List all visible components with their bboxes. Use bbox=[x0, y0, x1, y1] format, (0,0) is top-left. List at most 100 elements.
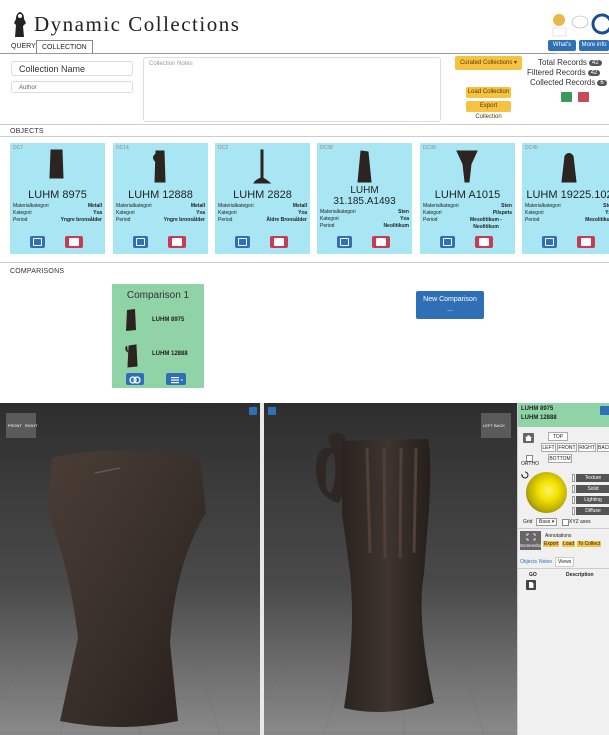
object-id: DC39 bbox=[423, 145, 436, 151]
view-3d-button[interactable] bbox=[337, 236, 352, 248]
meta-key: Materialkategori bbox=[218, 203, 254, 209]
texture-toggle[interactable] bbox=[572, 474, 575, 482]
view-3d-button[interactable] bbox=[30, 236, 45, 248]
export-collection-button[interactable]: Export Collection bbox=[466, 101, 511, 120]
load-collection-button[interactable]: Load Collection bbox=[466, 87, 511, 98]
object-meta-row: Materialkategori Metall bbox=[116, 203, 205, 210]
home-view-button[interactable] bbox=[523, 433, 534, 443]
tab-collection[interactable]: COLLECTION bbox=[36, 40, 93, 54]
tab-notes[interactable]: Notes bbox=[539, 559, 552, 565]
cube-icon bbox=[238, 238, 247, 246]
whats-new-button[interactable]: What's new bbox=[548, 40, 576, 59]
view-left-button[interactable]: LEFT bbox=[541, 443, 556, 452]
compare-3d-button[interactable] bbox=[126, 373, 144, 385]
annotations-export-button[interactable]: Export bbox=[543, 541, 560, 547]
object-actions bbox=[10, 236, 105, 248]
add-to-collection-button[interactable] bbox=[475, 236, 493, 248]
collection-name-input[interactable]: Collection Name bbox=[11, 61, 133, 76]
view-right-button[interactable]: RIGHT bbox=[578, 443, 596, 452]
annotations-load-button[interactable]: Load bbox=[562, 541, 576, 547]
object-id: DC45 bbox=[525, 145, 538, 151]
comparison-card[interactable]: Comparison 1 LUHM 8975 LUHM 12888 bbox=[112, 284, 204, 388]
view-front-button[interactable]: FRONT bbox=[557, 443, 577, 452]
object-card[interactable]: DC2 LUHM 2828 Materialkategori Metall Katego… bbox=[215, 143, 310, 254]
meta-key: Kategori bbox=[13, 210, 32, 216]
diffuse-option[interactable]: Diffuse bbox=[576, 507, 609, 515]
diffuse-toggle[interactable] bbox=[572, 507, 575, 515]
comparison-item[interactable]: LUHM 8975 bbox=[112, 308, 204, 332]
light-direction-control[interactable] bbox=[526, 472, 567, 513]
view-back-button[interactable]: BACK bbox=[597, 443, 609, 452]
more-info-button[interactable]: More info bbox=[579, 40, 609, 51]
grid-select[interactable]: Base ▾ bbox=[536, 518, 558, 526]
object-card[interactable]: DC14 LUHM 12888 Materialkategori Metall Kate… bbox=[113, 143, 208, 254]
object-card[interactable]: DC45LUHM 19225.102MaterialkategoriStenKa… bbox=[522, 143, 609, 254]
object-meta-row: Materialkategori Sten bbox=[423, 203, 512, 210]
object-title: LUHM 12888 bbox=[128, 189, 193, 201]
lighting-toggle[interactable] bbox=[572, 496, 575, 504]
object-id: DC38 bbox=[320, 145, 333, 151]
view-collection-icon[interactable] bbox=[561, 92, 572, 102]
texture-option[interactable]: Texture bbox=[576, 474, 609, 482]
object-card[interactable]: DC39 LUHM A1015 Materialkategori Sten Katego… bbox=[420, 143, 515, 254]
filtered-records-label: Filtered Records bbox=[527, 68, 586, 77]
comparisons-heading: COMPARISONS bbox=[10, 268, 65, 275]
clear-collection-icon[interactable] bbox=[578, 92, 589, 102]
meta-value: Metall bbox=[87, 203, 102, 209]
view-3d-button[interactable] bbox=[440, 236, 455, 248]
object-meta-row: Materialkategori Sten bbox=[320, 209, 409, 216]
3d-viewer-left[interactable]: FRONT RIGHT bbox=[0, 403, 260, 735]
comparison-title: Comparison 1 bbox=[126, 290, 190, 301]
curated-collections-dropdown[interactable]: Curated Collections ▾ bbox=[455, 56, 522, 70]
app-title: Dynamic Collections bbox=[34, 12, 241, 36]
viewer-right-options-button[interactable] bbox=[268, 407, 276, 415]
3d-viewer-right[interactable]: LEFT BACK bbox=[264, 403, 517, 735]
add-to-collection-button[interactable] bbox=[65, 236, 83, 248]
comparison-item-label: LUHM 12888 bbox=[152, 351, 188, 357]
viewer-left-options-button[interactable] bbox=[249, 407, 257, 415]
tab-views[interactable]: Views bbox=[555, 557, 575, 567]
view-3d-button[interactable] bbox=[235, 236, 250, 248]
object-meta-row: Materialkategori Metall bbox=[13, 203, 102, 210]
comparison-menu-button[interactable] bbox=[166, 373, 186, 385]
annotations-to-collection-button[interactable]: To Collect bbox=[577, 541, 601, 547]
solid-toggle[interactable] bbox=[572, 485, 575, 493]
3d-scene bbox=[264, 403, 517, 735]
axe-thumbnail-icon bbox=[126, 309, 136, 331]
panel-toggle-button[interactable] bbox=[600, 406, 609, 415]
lighting-option[interactable]: Lighting bbox=[576, 496, 609, 504]
view-bottom-button[interactable]: BOTTOM bbox=[548, 454, 572, 463]
solid-option[interactable]: Solid bbox=[576, 485, 609, 493]
view-3d-button[interactable] bbox=[542, 236, 557, 248]
go-view-button[interactable] bbox=[526, 580, 536, 590]
screenshot-button[interactable]: Screenshot bbox=[520, 531, 543, 550]
view-cube[interactable]: LEFT BACK bbox=[481, 413, 511, 438]
menu-icon bbox=[171, 377, 183, 384]
xyz-axes-checkbox[interactable] bbox=[562, 519, 569, 526]
author-input[interactable]: Author bbox=[11, 81, 133, 93]
screenshot-label: Screenshot bbox=[520, 543, 543, 548]
collected-records: Collected Records 6 bbox=[530, 78, 609, 87]
tab-objects[interactable]: Objects bbox=[520, 559, 537, 565]
add-to-collection-button[interactable] bbox=[168, 236, 186, 248]
meta-key: Period bbox=[320, 223, 335, 229]
add-to-collection-button[interactable] bbox=[577, 236, 595, 248]
add-to-collection-button[interactable] bbox=[372, 236, 390, 248]
filtered-records: Filtered Records 42 bbox=[527, 68, 606, 77]
comparison-item[interactable]: LUHM 12888 bbox=[112, 342, 204, 368]
divider bbox=[518, 528, 609, 529]
cart-icon bbox=[581, 238, 591, 246]
view-cube[interactable]: FRONT RIGHT bbox=[6, 413, 37, 438]
object-card[interactable]: DC7 LUHM 8975 Materialkategori Metall Katego… bbox=[10, 143, 105, 254]
view-3d-button[interactable] bbox=[133, 236, 148, 248]
xyz-axes-label: XYZ axes bbox=[569, 519, 591, 525]
meta-key: Kategori bbox=[320, 216, 339, 222]
object-thumbnail-icon bbox=[253, 149, 272, 184]
view-top-button[interactable]: TOP bbox=[548, 432, 568, 441]
new-comparison-button[interactable]: New Comparison ... bbox=[416, 291, 484, 319]
collection-notes-textarea[interactable]: Collection Notes bbox=[143, 57, 441, 122]
object-card[interactable]: DC38 LUHM 31.185.A1493 Materialkategori Ste… bbox=[317, 143, 412, 254]
object-meta-row: Materialkategori Metall bbox=[218, 203, 307, 210]
meta-key: Period bbox=[116, 217, 131, 223]
add-to-collection-button[interactable] bbox=[270, 236, 288, 248]
